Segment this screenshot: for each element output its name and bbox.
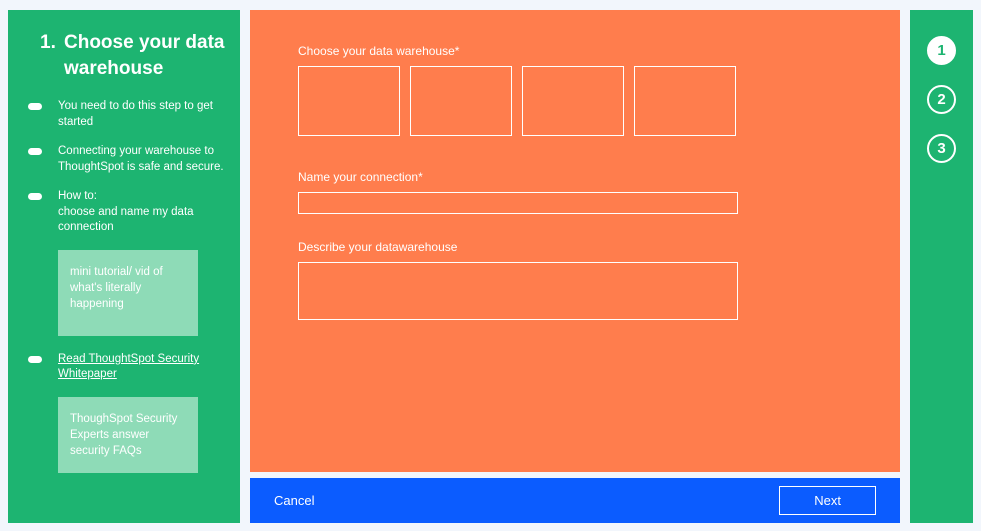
warehouse-option[interactable] (634, 66, 736, 136)
bullet-icon (28, 148, 42, 155)
step-3[interactable]: 3 (927, 134, 956, 163)
sidebar-step-title: Choose your data warehouse (64, 30, 226, 81)
faq-card[interactable]: ThoughSpot Security Experts answer secur… (58, 397, 198, 473)
next-button[interactable]: Next (779, 486, 876, 515)
sidebar-item: How to: choose and name my data connecti… (22, 189, 226, 236)
bullet-icon (28, 103, 42, 110)
sidebar-title: 1. Choose your data warehouse (22, 30, 226, 81)
connection-name-input[interactable] (298, 192, 738, 214)
step-1[interactable]: 1 (927, 36, 956, 65)
warehouse-option[interactable] (522, 66, 624, 136)
main-panel: Choose your data warehouse* Name your co… (250, 10, 900, 472)
choose-warehouse-label: Choose your data warehouse* (298, 44, 852, 58)
sidebar-item-text: Connecting your warehouse to ThoughtSpot… (58, 144, 226, 175)
warehouse-description-input[interactable] (298, 262, 738, 320)
faq-card-text: ThoughSpot Security Experts answer secur… (70, 413, 177, 457)
tutorial-card[interactable]: mini tutorial/ vid of what's literally h… (58, 250, 198, 336)
sidebar-item: Connecting your warehouse to ThoughtSpot… (22, 144, 226, 175)
step-indicator: 1 2 3 (910, 10, 973, 523)
sidebar-item-text: You need to do this step to get started (58, 99, 226, 130)
tutorial-card-text: mini tutorial/ vid of what's literally h… (70, 266, 163, 310)
cancel-button[interactable]: Cancel (274, 493, 314, 508)
step-2[interactable]: 2 (927, 85, 956, 114)
name-connection-label: Name your connection* (298, 170, 852, 184)
bullet-icon (28, 356, 42, 363)
warehouse-option[interactable] (298, 66, 400, 136)
security-whitepaper-link[interactable]: Read ThoughtSpot Security Whitepaper (58, 352, 226, 383)
sidebar-item: Read ThoughtSpot Security Whitepaper (22, 352, 226, 383)
sidebar-item-text: How to: choose and name my data connecti… (58, 189, 226, 236)
sidebar-item: You need to do this step to get started (22, 99, 226, 130)
sidebar: 1. Choose your data warehouse You need t… (8, 10, 240, 523)
sidebar-step-number: 1. (40, 30, 64, 81)
footer-bar: Cancel Next (250, 478, 900, 523)
warehouse-option-group (298, 66, 852, 136)
bullet-icon (28, 193, 42, 200)
describe-warehouse-label: Describe your datawarehouse (298, 240, 852, 254)
warehouse-option[interactable] (410, 66, 512, 136)
